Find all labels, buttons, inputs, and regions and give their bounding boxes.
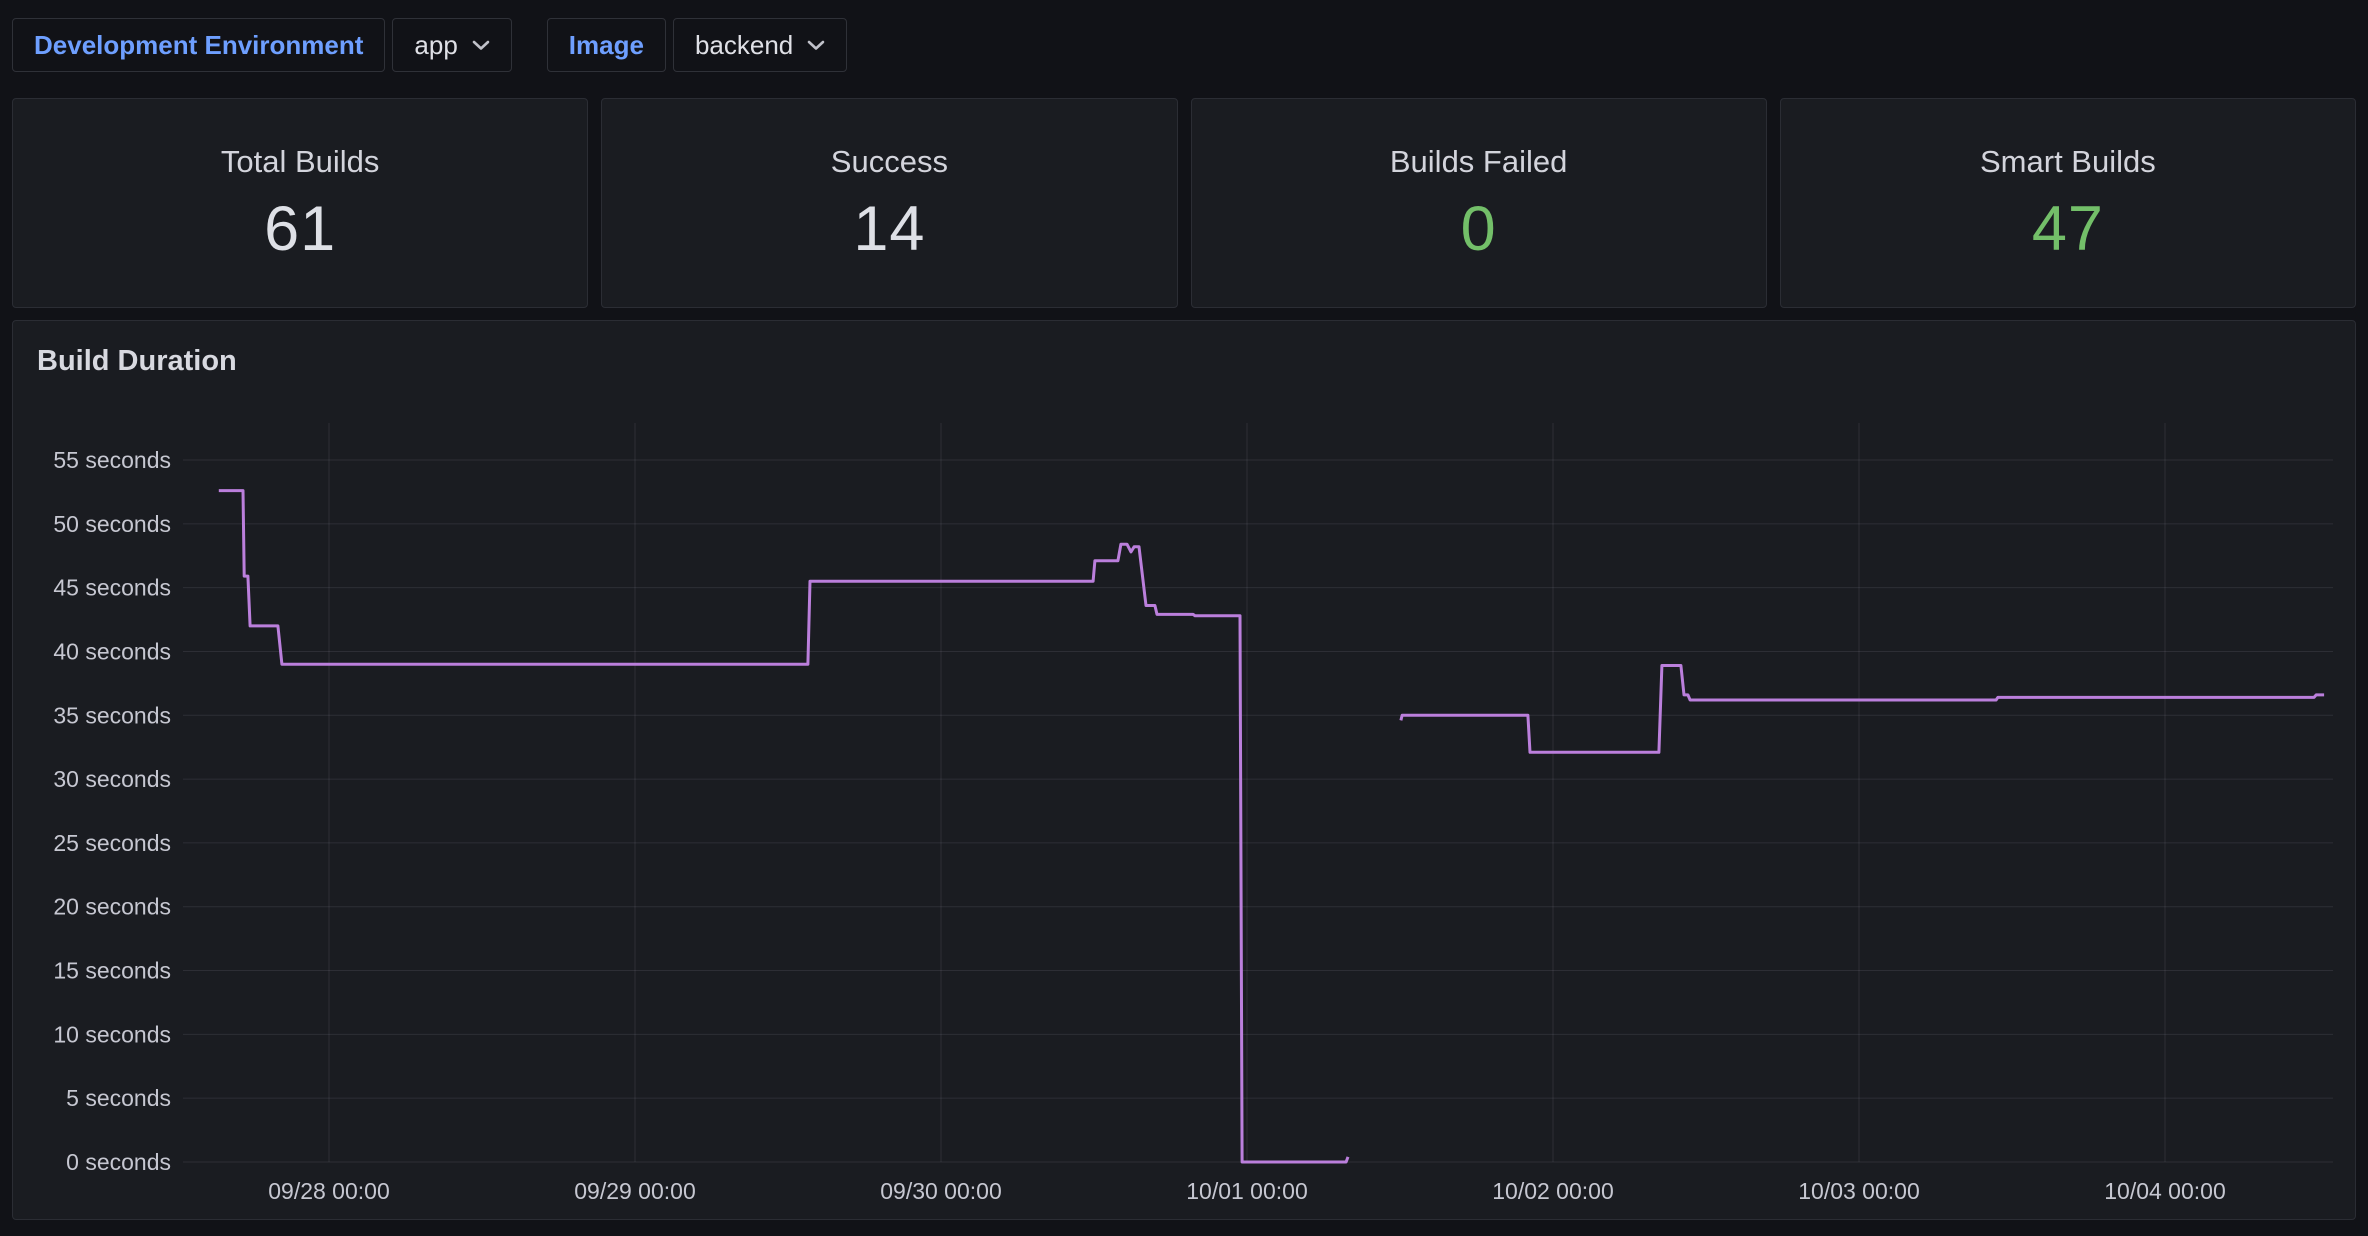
x-axis-tick-label: 09/30 00:00 bbox=[880, 1178, 1002, 1204]
stat-value: 0 bbox=[1461, 198, 1497, 261]
chevron-down-icon bbox=[472, 39, 490, 51]
x-axis-tick-label: 10/03 00:00 bbox=[1798, 1178, 1920, 1204]
y-axis-tick-label: 45 seconds bbox=[53, 575, 171, 601]
series-line bbox=[1401, 666, 2324, 753]
y-axis-tick-label: 15 seconds bbox=[53, 958, 171, 984]
stat-panel-success: Success 14 bbox=[601, 98, 1177, 308]
x-axis-tick-label: 10/02 00:00 bbox=[1492, 1178, 1614, 1204]
y-axis-tick-label: 25 seconds bbox=[53, 830, 171, 856]
stat-panel-title[interactable]: Total Builds bbox=[221, 145, 380, 179]
y-axis-tick-label: 35 seconds bbox=[53, 702, 171, 728]
y-axis-tick-label: 50 seconds bbox=[53, 511, 171, 537]
variable-group: Development Environment app bbox=[12, 18, 512, 72]
variable-label: Image bbox=[547, 18, 666, 72]
stat-panel-smart-builds: Smart Builds 47 bbox=[1780, 98, 2356, 308]
stat-panel-title[interactable]: Smart Builds bbox=[1980, 145, 2156, 179]
build-duration-chart[interactable]: 0 seconds 5 seconds 10 seconds 15 seconds 20… bbox=[13, 321, 2355, 1219]
x-axis-tick-label: 10/04 00:00 bbox=[2104, 1178, 2226, 1204]
stat-value: 61 bbox=[264, 198, 336, 261]
variable-value: backend bbox=[695, 30, 793, 61]
dashboard: Development Environment app Image backend T… bbox=[0, 0, 2368, 1236]
stat-panels-row: Total Builds 61 Success 14 Builds Failed 0 Sma… bbox=[12, 98, 2356, 308]
series-line bbox=[219, 491, 1348, 1162]
y-axis-tick-label: 10 seconds bbox=[53, 1021, 171, 1047]
y-axis-tick-label: 5 seconds bbox=[66, 1085, 171, 1111]
y-axis-tick-label: 0 seconds bbox=[66, 1149, 171, 1175]
x-axis-tick-label: 09/29 00:00 bbox=[574, 1178, 696, 1204]
y-axis-tick-label: 55 seconds bbox=[53, 447, 171, 473]
stat-panel-title[interactable]: Success bbox=[831, 145, 948, 179]
chevron-down-icon bbox=[807, 39, 825, 51]
build-duration-panel: 0 seconds 5 seconds 10 seconds 15 seconds 20… bbox=[12, 320, 2356, 1220]
y-axis-tick-label: 40 seconds bbox=[53, 638, 171, 664]
stat-panel-builds-failed: Builds Failed 0 bbox=[1191, 98, 1767, 308]
variables-bar: Development Environment app Image backend bbox=[12, 18, 2356, 72]
variable-dropdown[interactable]: app bbox=[392, 18, 511, 72]
variable-group: Image backend bbox=[547, 18, 847, 72]
variable-label: Development Environment bbox=[12, 18, 385, 72]
stat-panel-total-builds: Total Builds 61 bbox=[12, 98, 588, 308]
y-axis-tick-label: 20 seconds bbox=[53, 894, 171, 920]
stat-value: 14 bbox=[853, 198, 925, 261]
x-axis-tick-label: 09/28 00:00 bbox=[268, 1178, 390, 1204]
stat-value: 47 bbox=[2032, 198, 2104, 261]
variable-dropdown[interactable]: backend bbox=[673, 18, 847, 72]
y-axis-tick-label: 30 seconds bbox=[53, 766, 171, 792]
x-axis-tick-label: 10/01 00:00 bbox=[1186, 1178, 1308, 1204]
stat-panel-title[interactable]: Builds Failed bbox=[1390, 145, 1567, 179]
panel-title[interactable]: Build Duration bbox=[37, 345, 237, 378]
variable-value: app bbox=[414, 30, 457, 61]
